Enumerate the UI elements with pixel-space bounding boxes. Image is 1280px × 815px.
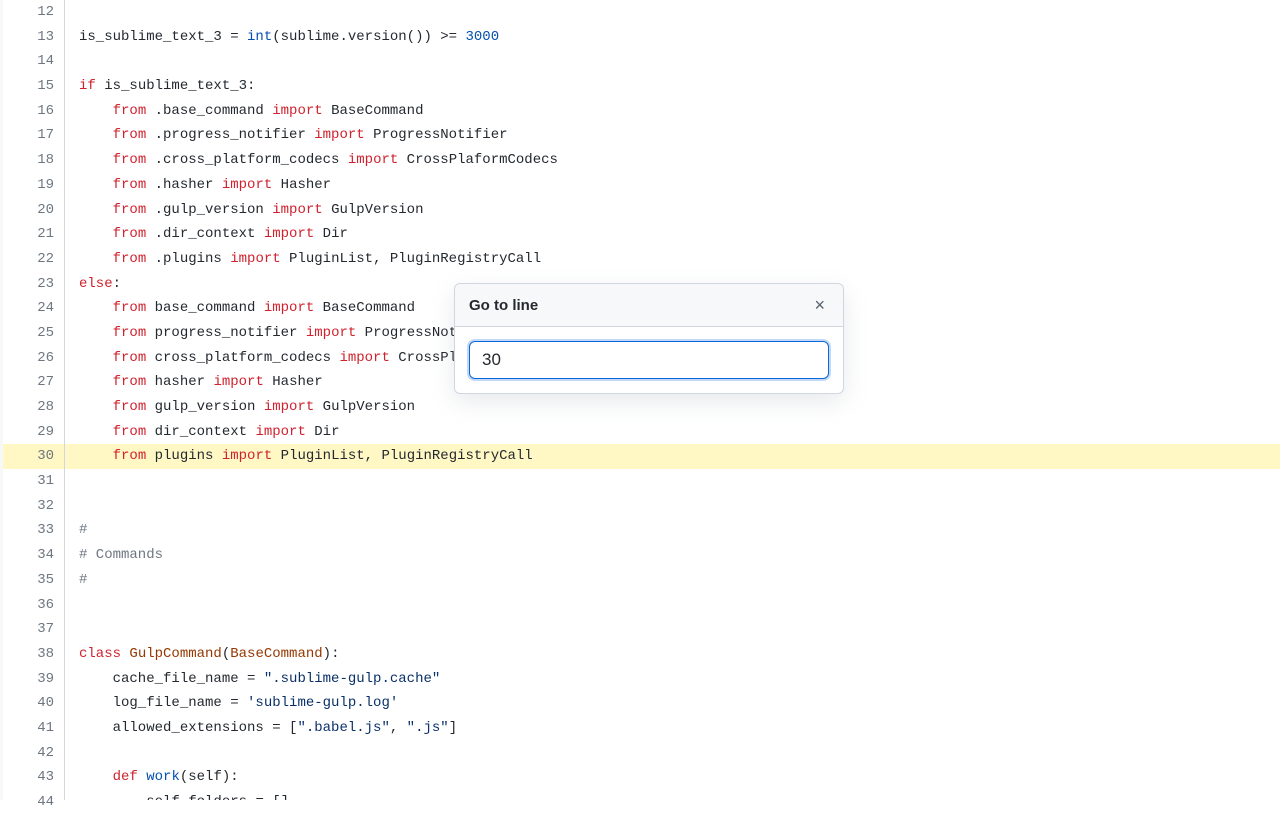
line-number[interactable]: 20 [3,198,64,223]
code-line[interactable] [65,0,1280,25]
code-line[interactable]: # Commands [65,543,1280,568]
code-line[interactable]: is_sublime_text_3 = int(sublime.version(… [65,25,1280,50]
code-line[interactable]: from .hasher import Hasher [65,173,1280,198]
line-number[interactable]: 14 [3,49,64,74]
line-number[interactable]: 19 [3,173,64,198]
code-line[interactable] [65,49,1280,74]
line-number[interactable]: 35 [3,568,64,593]
line-number[interactable]: 29 [3,420,64,445]
code-line[interactable]: self.folders = [] [65,790,1280,800]
line-number[interactable]: 36 [3,593,64,618]
code-line[interactable]: from .base_command import BaseCommand [65,99,1280,124]
code-line[interactable]: from .dir_context import Dir [65,222,1280,247]
line-number[interactable]: 27 [3,370,64,395]
dialog-title: Go to line [469,297,538,314]
code-editor: 1213141516171819202122232425262728293031… [0,0,1280,800]
line-number[interactable]: 39 [3,667,64,692]
line-number-gutter: 1213141516171819202122232425262728293031… [3,0,65,800]
code-line[interactable]: if is_sublime_text_3: [65,74,1280,99]
line-number[interactable]: 26 [3,346,64,371]
code-line[interactable]: from .plugins import PluginList, PluginR… [65,247,1280,272]
code-line[interactable]: from plugins import PluginList, PluginRe… [65,444,1280,469]
line-number[interactable]: 21 [3,222,64,247]
code-line[interactable] [65,494,1280,519]
code-line[interactable]: from .cross_platform_codecs import Cross… [65,148,1280,173]
line-number[interactable]: 42 [3,741,64,766]
line-number[interactable]: 37 [3,617,64,642]
line-number[interactable]: 24 [3,296,64,321]
line-number[interactable]: 17 [3,123,64,148]
code-line[interactable]: from gulp_version import GulpVersion [65,395,1280,420]
line-number[interactable]: 38 [3,642,64,667]
line-number[interactable]: 18 [3,148,64,173]
line-number[interactable]: 41 [3,716,64,741]
line-number[interactable]: 44 [3,790,64,815]
code-line[interactable]: # [65,518,1280,543]
code-line[interactable]: from .progress_notifier import ProgressN… [65,123,1280,148]
line-number[interactable]: 22 [3,247,64,272]
code-line[interactable] [65,593,1280,618]
code-line[interactable]: # [65,568,1280,593]
code-line[interactable] [65,741,1280,766]
dialog-header: Go to line × [455,284,843,327]
code-line[interactable] [65,617,1280,642]
line-number[interactable]: 12 [3,0,64,25]
line-number[interactable]: 33 [3,518,64,543]
code-line[interactable]: from dir_context import Dir [65,420,1280,445]
code-line[interactable]: allowed_extensions = [".babel.js", ".js"… [65,716,1280,741]
line-number[interactable]: 23 [3,272,64,297]
line-number[interactable]: 13 [3,25,64,50]
line-number[interactable]: 30 [3,444,64,469]
line-number[interactable]: 43 [3,765,64,790]
code-line[interactable]: log_file_name = 'sublime-gulp.log' [65,691,1280,716]
line-number[interactable]: 25 [3,321,64,346]
line-number[interactable]: 32 [3,494,64,519]
line-number[interactable]: 16 [3,99,64,124]
line-number[interactable]: 34 [3,543,64,568]
line-number-input[interactable] [469,341,829,379]
code-line[interactable]: class GulpCommand(BaseCommand): [65,642,1280,667]
dialog-body [455,327,843,393]
code-line[interactable] [65,469,1280,494]
line-number[interactable]: 31 [3,469,64,494]
line-number[interactable]: 40 [3,691,64,716]
line-number[interactable]: 15 [3,74,64,99]
code-area[interactable]: is_sublime_text_3 = int(sublime.version(… [65,0,1280,800]
code-line[interactable]: cache_file_name = ".sublime-gulp.cache" [65,667,1280,692]
go-to-line-dialog: Go to line × [454,283,844,394]
code-line[interactable]: from .gulp_version import GulpVersion [65,198,1280,223]
line-number[interactable]: 28 [3,395,64,420]
close-icon[interactable]: × [810,294,829,316]
code-line[interactable]: def work(self): [65,765,1280,790]
